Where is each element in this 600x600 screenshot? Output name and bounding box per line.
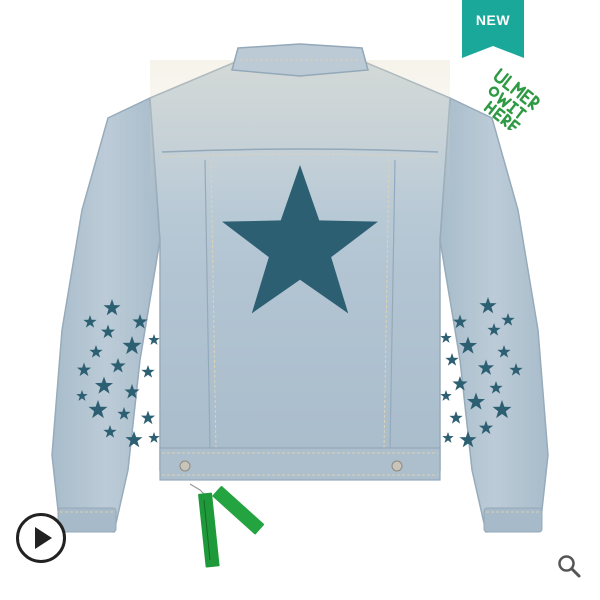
product-image-viewer: NEW (0, 0, 600, 600)
right-sleeve (439, 96, 549, 533)
brand-sticker-logo (474, 58, 546, 134)
play-video-button[interactable] (15, 512, 67, 564)
green-pull-tag (189, 483, 265, 568)
left-sleeve (51, 96, 161, 533)
new-badge-label: NEW (475, 12, 511, 28)
magnifier-icon (558, 555, 581, 578)
new-badge: NEW (462, 0, 524, 58)
zoom-button[interactable] (556, 553, 582, 579)
play-circle-icon (16, 513, 66, 563)
